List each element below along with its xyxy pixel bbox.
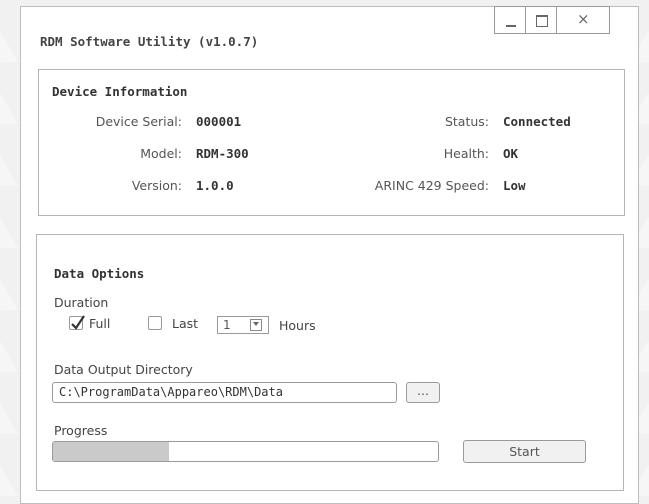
hours-label: Hours [279,318,316,333]
progress-bar [52,441,439,462]
full-label: Full [89,316,111,331]
data-options-heading: Data Options [54,266,145,281]
app-window: × RDM Software Utility (v1.0.7) Device I… [20,6,639,504]
device-serial-value: 000001 [196,114,242,129]
close-icon: × [577,10,590,28]
last-checkbox[interactable] [148,316,162,330]
device-information-heading: Device Information [52,84,188,99]
device-serial-label: Device Serial: [95,114,182,129]
maximize-button[interactable] [525,6,557,34]
health-label: Health: [443,146,489,161]
last-label: Last [172,316,199,331]
checkmark-icon [71,315,85,330]
arinc-speed-value: Low [503,178,526,193]
version-value: 1.0.0 [196,178,234,193]
close-button[interactable]: × [556,6,610,34]
health-value: OK [503,146,519,161]
minimize-button[interactable] [494,6,526,34]
window-title: RDM Software Utility (v1.0.7) [40,34,259,49]
browse-button[interactable]: ... [406,382,440,403]
status-value: Connected [503,114,571,129]
device-information-panel: Device Information Device Serial: 000001… [38,69,625,216]
duration-label: Duration [54,295,109,310]
start-button[interactable]: Start [463,440,586,463]
last-hours-select[interactable]: 1 [217,316,269,334]
data-output-directory-label: Data Output Directory [54,362,193,377]
model-value: RDM-300 [196,146,249,161]
progress-fill [53,442,169,461]
output-directory-field[interactable]: C:\ProgramData\Appareo\RDM\Data [52,382,397,403]
last-hours-value: 1 [223,318,231,332]
version-label: Version: [131,178,182,193]
data-options-panel: Data Options Duration Full Last 1 Hours … [36,234,624,491]
progress-label: Progress [54,423,108,438]
model-label: Model: [140,146,182,161]
status-label: Status: [444,114,489,129]
full-checkbox[interactable] [69,315,85,330]
dropdown-arrow-icon [250,319,262,331]
arinc-speed-label: ARINC 429 Speed: [374,178,489,193]
